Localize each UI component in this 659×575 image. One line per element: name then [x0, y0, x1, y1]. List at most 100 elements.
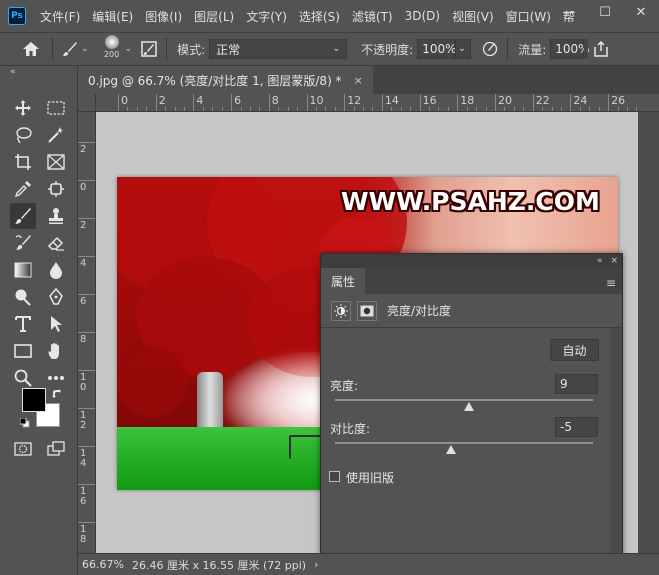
opacity-dropdown[interactable]: ⌄ [455, 39, 472, 59]
ruler-minor-tick [542, 107, 544, 111]
contrast-input[interactable]: -5 [555, 417, 598, 437]
menu-file[interactable]: 文件(F) [34, 8, 86, 25]
type-tool-icon[interactable] [10, 311, 36, 337]
brush-tool-icon[interactable] [10, 203, 36, 229]
zoom-level[interactable]: 66.67% [82, 558, 128, 571]
magic-wand-tool-icon[interactable] [43, 122, 69, 148]
ruler-minor-tick [221, 107, 223, 111]
ruler-minor-tick [504, 107, 506, 111]
tab-properties[interactable]: 属性 [321, 268, 366, 294]
menu-view[interactable]: 视图(V) [446, 8, 500, 25]
flow-dropdown[interactable] [584, 39, 589, 59]
layer-mask-icon[interactable] [357, 300, 377, 321]
photoshop-logo: Ps [8, 7, 26, 25]
panel-menu-icon[interactable]: ≡ [606, 276, 616, 290]
close-icon[interactable]: × [354, 74, 363, 87]
menu-layer[interactable]: 图层(L) [188, 8, 240, 25]
brightness-contrast-icon[interactable] [331, 300, 351, 321]
brush-settings-icon[interactable] [138, 38, 160, 60]
options-bar: ⌄ 200 ⌄ 模式: 正常 ⌄ 不透明度: 100% ⌄ 流量: 100% [0, 32, 659, 66]
dodge-tool-icon[interactable] [10, 284, 36, 310]
collapse-icon[interactable]: « [597, 256, 603, 266]
menu-type[interactable]: 文字(Y) [240, 8, 293, 25]
path-selection-tool-icon[interactable] [43, 311, 69, 337]
screen-mode-icon[interactable] [43, 436, 69, 462]
toolbar-collapse-button[interactable]: « [0, 66, 77, 80]
contrast-slider-thumb[interactable] [446, 445, 457, 454]
home-icon[interactable] [20, 38, 42, 60]
ruler-origin[interactable] [78, 94, 96, 112]
foreground-color-swatch[interactable] [22, 388, 46, 412]
swap-colors-icon[interactable] [52, 388, 62, 398]
eraser-tool-icon[interactable] [43, 230, 69, 256]
ruler-minor-tick [315, 107, 317, 111]
frame-tool-icon[interactable] [43, 149, 69, 175]
chevron-down-icon[interactable]: ⌄ [81, 44, 89, 54]
crop-tool-icon[interactable] [10, 149, 36, 175]
maximize-button[interactable]: ☐ [587, 0, 623, 24]
spot-healing-tool-icon[interactable] [43, 176, 69, 202]
properties-scrollbar[interactable] [610, 328, 622, 575]
ruler-label: 8 [80, 334, 87, 345]
canvas-scrollbar[interactable] [638, 112, 659, 553]
chevron-down-icon[interactable]: ⌄ [125, 44, 133, 54]
close-button[interactable]: ✕ [623, 0, 659, 24]
quick-mask-icon[interactable] [10, 436, 36, 462]
ruler-major-tick [570, 94, 572, 111]
ruler-major-tick [78, 370, 95, 371]
minimize-button[interactable]: — [551, 0, 587, 24]
rectangle-tool-icon[interactable] [10, 338, 36, 364]
menu-window[interactable]: 窗口(W) [500, 8, 557, 25]
use-legacy-checkbox[interactable] [329, 471, 340, 482]
chevron-right-icon[interactable]: › [314, 558, 318, 571]
marquee-tool-icon[interactable] [43, 95, 69, 121]
menu-select[interactable]: 选择(S) [293, 8, 346, 25]
menu-3d[interactable]: 3D(D) [399, 9, 446, 23]
ruler-minor-tick [249, 107, 251, 111]
mode-select[interactable]: 正常 ⌄ [209, 39, 348, 59]
menu-filter[interactable]: 滤镜(T) [346, 8, 399, 25]
default-colors-icon[interactable] [19, 417, 30, 428]
clone-stamp-tool-icon[interactable] [43, 203, 69, 229]
flow-input[interactable]: 100% [550, 39, 590, 59]
ruler-minor-tick [212, 107, 214, 111]
brightness-input[interactable]: 9 [555, 374, 598, 394]
ruler-minor-tick [513, 107, 515, 111]
brush-preset-picker[interactable]: 200 [99, 34, 125, 64]
ruler-minor-tick [372, 107, 374, 111]
pen-tool-icon[interactable] [43, 284, 69, 310]
tools-panel: « [0, 66, 78, 575]
brightness-slider-track[interactable] [335, 399, 593, 401]
ruler-label: 4 [80, 258, 87, 269]
lasso-tool-icon[interactable] [10, 122, 36, 148]
document-tab[interactable]: 0.jpg @ 66.7% (亮度/对比度 1, 图层蒙版/8) * × [78, 66, 373, 94]
ruler-minor-tick [146, 107, 148, 111]
menu-edit[interactable]: 编辑(E) [86, 8, 139, 25]
horizontal-ruler[interactable]: 0 2 4 6 8 10 12 14 16 18 20 22 24 26 [96, 94, 659, 112]
vertical-ruler[interactable]: 2 0 2 4 6 8 1 0 1 2 1 4 1 6 1 8 [78, 112, 96, 553]
eyedropper-tool-icon[interactable] [10, 176, 36, 202]
share-icon[interactable] [590, 38, 612, 60]
brush-tool-icon[interactable] [59, 38, 81, 60]
ruler-major-tick [78, 408, 95, 409]
ruler-label: 26 [611, 94, 626, 107]
ruler-minor-tick [579, 107, 581, 111]
move-tool-icon[interactable] [10, 95, 36, 121]
hand-tool-icon[interactable] [43, 338, 69, 364]
ruler-label: 2 [80, 144, 87, 155]
ruler-major-tick [231, 94, 233, 111]
contrast-slider-track[interactable] [335, 442, 593, 444]
menu-image[interactable]: 图像(I) [139, 8, 188, 25]
document-size-info: 26.46 厘米 x 16.55 厘米 (72 ppi) [132, 558, 307, 572]
gradient-tool-icon[interactable] [10, 257, 36, 283]
pressure-opacity-icon[interactable] [479, 38, 501, 60]
ruler-label: 24 [573, 94, 588, 107]
brush-tip-icon [104, 35, 119, 49]
opacity-input[interactable]: 100% [417, 39, 457, 59]
auto-button[interactable]: 自动 [550, 339, 599, 361]
ruler-major-tick [306, 94, 308, 111]
history-brush-tool-icon[interactable] [10, 230, 36, 256]
blur-tool-icon[interactable] [43, 257, 69, 283]
close-icon[interactable]: × [610, 256, 618, 266]
brightness-slider-thumb[interactable] [464, 402, 475, 411]
